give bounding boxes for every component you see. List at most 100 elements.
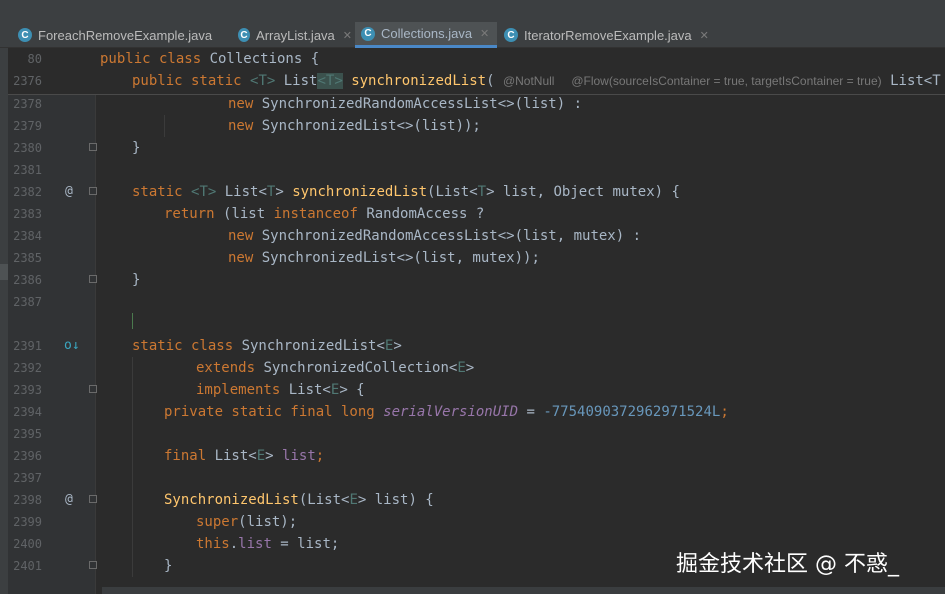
code-token: new — [228, 228, 262, 244]
code-line-2378[interactable]: new SynchronizedRandomAccessList<>(list)… — [228, 93, 582, 115]
code-token: super — [196, 514, 239, 530]
sticky-class-header[interactable]: public class Collections { — [100, 48, 319, 70]
code-token: > — [265, 448, 283, 464]
line-number: 2382 — [13, 185, 42, 199]
strip-marker — [0, 264, 8, 280]
java-class-icon: C — [504, 28, 518, 42]
code-token: = list; — [271, 536, 340, 552]
code-token: public class — [100, 51, 210, 67]
code-token: new — [228, 118, 262, 134]
fold-marker-icon[interactable] — [89, 495, 97, 503]
code-token: <T> — [191, 184, 217, 200]
line-number: 2379 — [13, 119, 42, 133]
code-token: > — [465, 360, 475, 376]
fold-marker-icon[interactable] — [89, 385, 97, 393]
code-token: SynchronizedList< — [241, 338, 385, 354]
tab-collections[interactable]: C Collections.java ✕ — [355, 22, 497, 48]
code-token: > list, Object mutex) { — [486, 184, 680, 200]
line-number: 2376 — [13, 74, 42, 88]
line-number: 2380 — [13, 141, 42, 155]
code-token: . — [229, 536, 239, 552]
annotation-at-icon[interactable]: @ — [65, 181, 73, 203]
code-token: List<T — [890, 73, 941, 89]
code-token: instanceof — [273, 206, 367, 222]
tab-iterator-remove-example[interactable]: C IteratorRemoveExample.java ✕ — [500, 22, 720, 48]
annotation-at-icon[interactable]: @ — [65, 489, 73, 511]
tab-label: Collections.java — [381, 26, 473, 41]
code-line-2386[interactable]: } — [132, 269, 140, 291]
code-line-2401[interactable]: } — [164, 555, 172, 577]
indent-guide — [164, 115, 165, 137]
code-token: SynchronizedList — [164, 492, 299, 508]
code-line-2380[interactable]: } — [132, 137, 140, 159]
tab-foreach-remove-example[interactable]: C ForeachRemoveExample.java — [12, 22, 234, 48]
code-token: ; — [315, 448, 325, 464]
code-line-2398[interactable]: SynchronizedList(List<E> list) { — [164, 489, 434, 511]
line-number: 2400 — [13, 537, 42, 551]
code-token: SynchronizedCollection< — [263, 360, 458, 376]
fold-marker-icon[interactable] — [89, 187, 97, 195]
line-number: 2384 — [13, 229, 42, 243]
code-token: = — [518, 404, 544, 420]
code-line-2396[interactable]: final List<E> list; — [164, 445, 324, 467]
code-token: E — [256, 448, 266, 464]
code-token: SynchronizedRandomAccessList<>(list) : — [261, 96, 583, 112]
line-number: 2378 — [13, 97, 42, 111]
code-token: T — [477, 184, 487, 200]
code-token: E — [349, 492, 358, 508]
code-token: List< — [216, 184, 267, 200]
tool-window-strip — [0, 48, 8, 594]
fold-marker-icon[interactable] — [89, 143, 97, 151]
code-token: implements — [196, 382, 289, 398]
code-token: (list); — [238, 514, 298, 530]
line-number: 2396 — [13, 449, 42, 463]
inlay-annotation-notnull: @NotNull — [502, 74, 555, 88]
inlay-annotation-flow: @Flow(sourceIsContainer = true, targetIs… — [571, 74, 882, 88]
overridden-method-icon[interactable]: o↓ — [64, 335, 80, 357]
java-class-icon: C — [18, 28, 32, 42]
line-number: 2399 — [13, 515, 42, 529]
fold-marker-icon[interactable] — [89, 561, 97, 569]
code-token: serialVersionUID — [383, 404, 519, 420]
code-token: > list) { — [357, 492, 434, 508]
code-line-2379[interactable]: new SynchronizedList<>(list)); — [228, 115, 481, 137]
code-token: E — [457, 360, 466, 376]
fold-marker-icon[interactable] — [89, 275, 97, 283]
code-token: list — [238, 536, 272, 552]
line-number: 2387 — [13, 295, 42, 309]
code-token: (list — [223, 206, 274, 222]
code-token: RandomAccess ? — [366, 206, 485, 222]
close-icon[interactable]: ✕ — [480, 27, 489, 40]
code-line-2383[interactable]: return (list instanceof RandomAccess ? — [164, 203, 484, 225]
close-icon[interactable]: ✕ — [700, 29, 709, 42]
code-line-2382[interactable]: static <T> List< T > synchronizedList(List… — [132, 181, 680, 203]
code-token: <T> — [250, 73, 276, 89]
line-number: 2385 — [13, 251, 42, 265]
code-line-2385[interactable]: new SynchronizedList<>(list, mutex)); — [228, 247, 540, 269]
code-line-2393[interactable]: implements List<E> { — [196, 379, 365, 401]
tab-label: IteratorRemoveExample.java — [524, 27, 692, 43]
code-token: this — [196, 536, 230, 552]
code-token: > { — [339, 382, 365, 398]
sticky-scope-header[interactable]: 80 2376 public class Collections { publi… — [8, 48, 945, 95]
close-icon[interactable]: ✕ — [343, 29, 352, 42]
code-line-2391[interactable]: static class SynchronizedList<E> — [132, 335, 402, 357]
indent-guide — [132, 357, 133, 577]
line-number: 2394 — [13, 405, 42, 419]
code-line-2394[interactable]: private static final long serialVersionU… — [164, 401, 729, 423]
code-line-2399[interactable]: super(list); — [196, 511, 297, 533]
code-line-2400[interactable]: this.list = list; — [196, 533, 339, 555]
line-number: 2391 — [13, 339, 42, 353]
java-class-icon: C — [361, 26, 375, 41]
code-line-2384[interactable]: new SynchronizedRandomAccessList<>(list,… — [228, 225, 641, 247]
horizontal-scrollbar[interactable] — [102, 587, 945, 594]
tab-arraylist[interactable]: C ArrayList.java ✕ — [234, 22, 352, 48]
code-token: static class — [132, 338, 242, 354]
code-line-2392[interactable]: extends SynchronizedCollection<E> — [196, 357, 474, 379]
code-token: Collections { — [209, 51, 320, 67]
code-token: -7754090372962971524L — [543, 404, 721, 420]
code-token: return — [164, 206, 224, 222]
sticky-method-header[interactable]: public static <T> List<T> synchronizedLi… — [132, 70, 941, 92]
